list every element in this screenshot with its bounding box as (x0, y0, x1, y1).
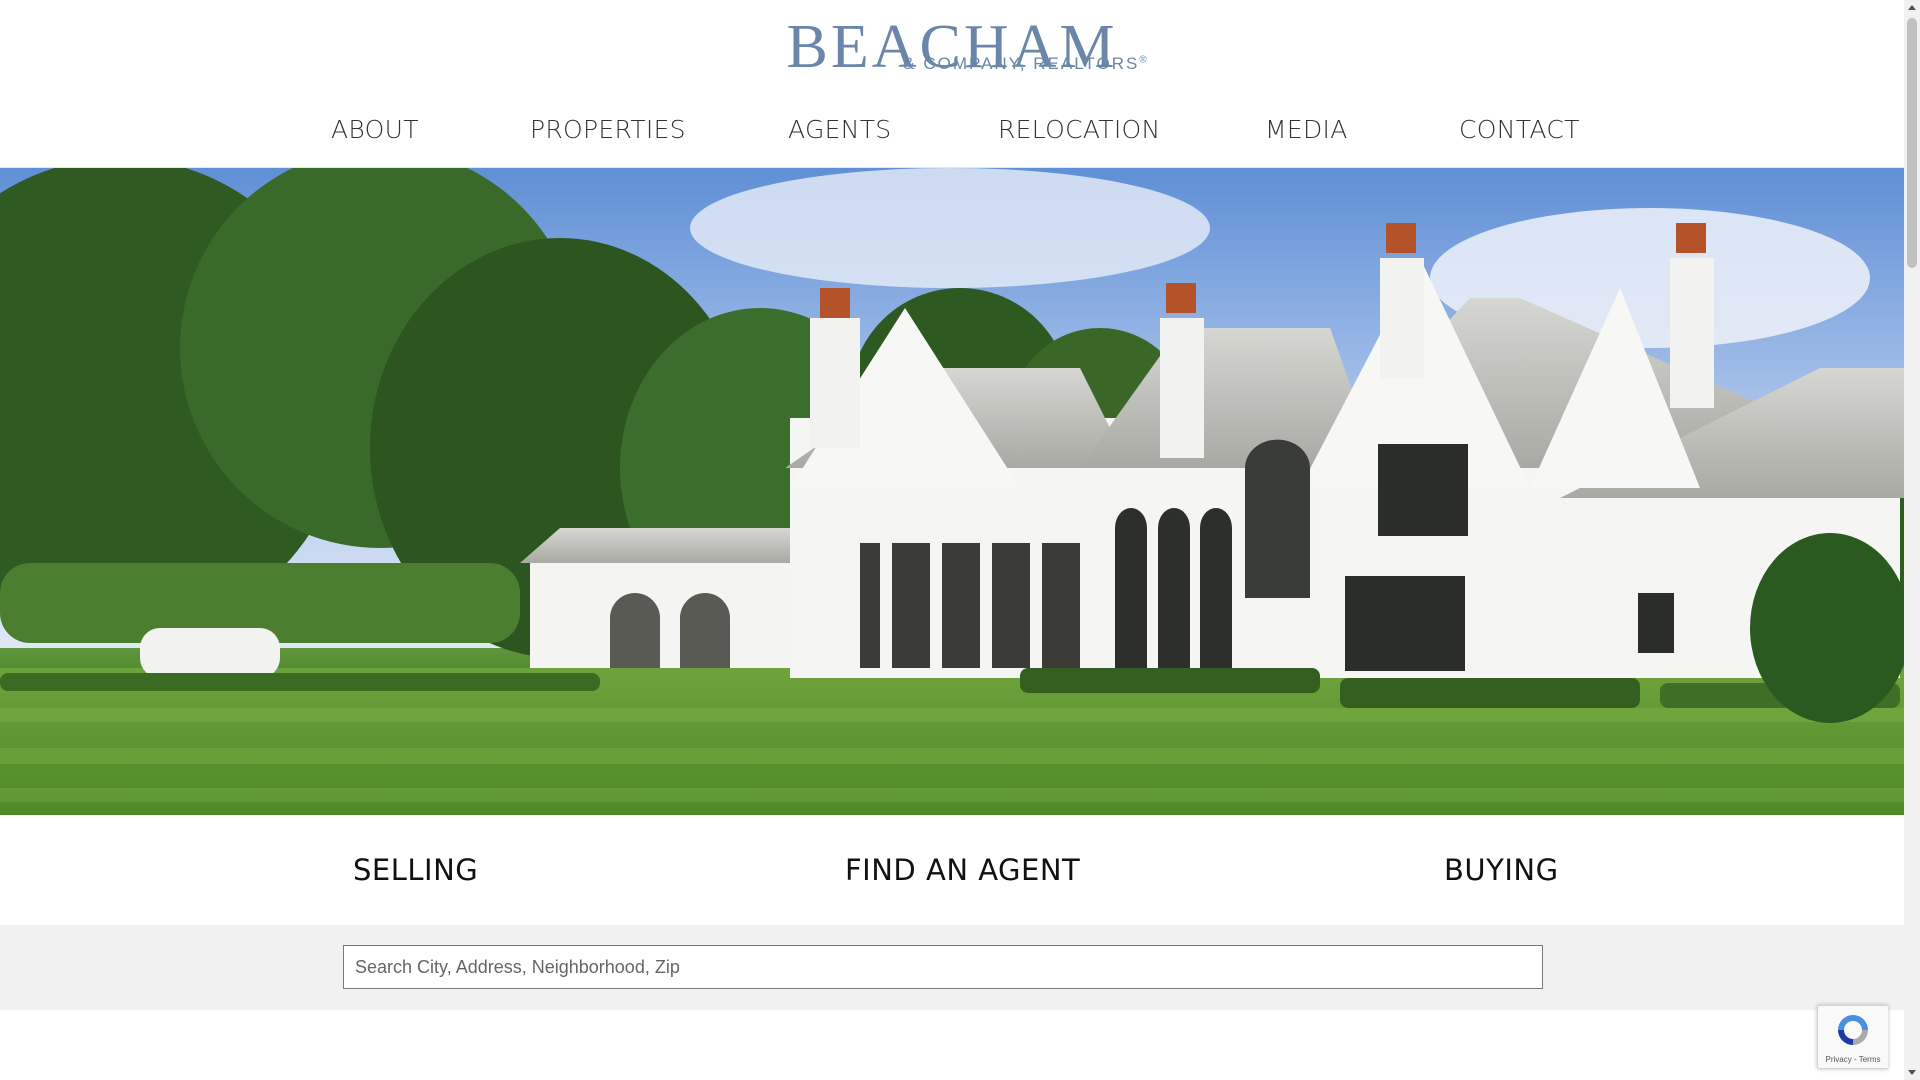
registered-mark: ® (1139, 54, 1149, 66)
logo-tagline-text: & COMPANY, REALTORS (903, 54, 1140, 73)
scroll-down-icon[interactable] (1908, 1070, 1916, 1075)
search-band (0, 925, 1904, 1010)
nav-item-relocation[interactable]: RELOCATION (998, 115, 1161, 144)
buying-link[interactable]: BUYING (1444, 853, 1559, 887)
recaptcha-badge[interactable]: Privacy - Terms (1817, 1005, 1888, 1069)
site-header: BEACHAM & COMPANY, REALTORS® ABOUT PROPE… (0, 0, 1904, 168)
scroll-up-icon[interactable] (1908, 5, 1916, 10)
recaptcha-links[interactable]: Privacy - Terms (1818, 1055, 1888, 1064)
nav-item-agents[interactable]: AGENTS (788, 115, 891, 144)
logo-tagline: & COMPANY, REALTORS® (0, 54, 1904, 74)
main-nav: ABOUT PROPERTIES AGENTS RELOCATION MEDIA… (0, 115, 1904, 151)
nav-item-properties[interactable]: PROPERTIES (530, 115, 686, 144)
house-photo (0, 168, 1904, 815)
hero-image (0, 168, 1904, 815)
quick-links: SELLING FIND AN AGENT BUYING (0, 815, 1904, 925)
nav-item-about[interactable]: ABOUT (331, 115, 419, 144)
search-input[interactable] (343, 945, 1543, 989)
nav-item-media[interactable]: MEDIA (1265, 115, 1348, 144)
page: BEACHAM & COMPANY, REALTORS® ABOUT PROPE… (0, 0, 1904, 1080)
nav-item-contact[interactable]: CONTACT (1459, 115, 1580, 144)
scroll-thumb[interactable] (1907, 18, 1917, 268)
find-agent-link[interactable]: FIND AN AGENT (845, 853, 1080, 887)
selling-link[interactable]: SELLING (353, 853, 478, 887)
recaptcha-icon (1838, 1015, 1868, 1045)
page-scrollbar[interactable] (1904, 0, 1920, 1080)
